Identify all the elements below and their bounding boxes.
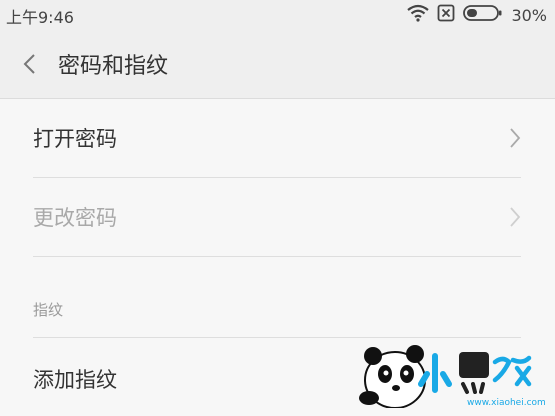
chevron-right-icon (509, 206, 521, 228)
no-sim-icon (437, 4, 455, 26)
chevron-right-icon (509, 127, 521, 149)
wifi-icon (407, 4, 430, 26)
page-header: 密码和指纹 (0, 30, 555, 99)
watermark-url: www.xiaohei.com (467, 398, 546, 408)
watermark-logo: www.xiaohei.com (355, 338, 555, 409)
open-password-row[interactable]: 打开密码 (0, 99, 555, 177)
open-password-label: 打开密码 (33, 127, 117, 151)
page-title: 密码和指纹 (58, 54, 169, 79)
divider (33, 256, 521, 257)
change-password-label: 更改密码 (33, 206, 117, 230)
status-time: 上午9:46 (6, 8, 74, 27)
chevron-left-icon (23, 54, 35, 74)
back-button[interactable] (20, 52, 40, 76)
battery-icon (463, 4, 503, 26)
status-icons: 30% (407, 4, 547, 26)
add-fingerprint-label: 添加指纹 (33, 368, 117, 392)
change-password-row[interactable]: 更改密码 (0, 178, 555, 256)
battery-percent: 30% (511, 5, 547, 25)
status-bar: 上午9:46 30% (0, 0, 555, 30)
fingerprint-section-label: 指纹 (33, 301, 64, 319)
